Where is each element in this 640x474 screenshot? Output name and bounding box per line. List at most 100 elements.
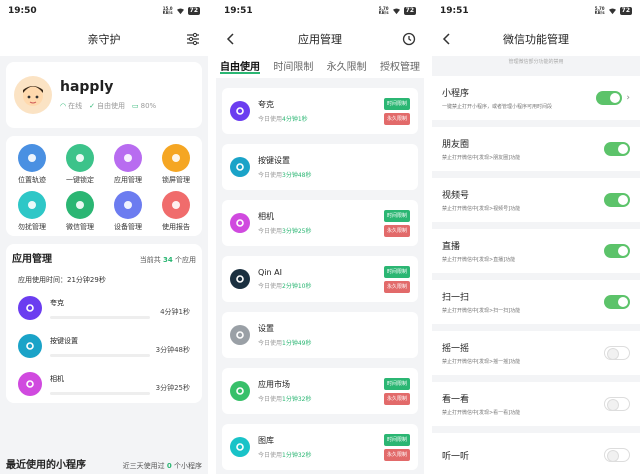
- feature-toggle[interactable]: [604, 295, 630, 309]
- app-card[interactable]: 夸克 今日使用4分钟1秒 时间限制 永久限制: [222, 88, 418, 134]
- app-info: 图库 今日使用1分钟32秒: [258, 435, 384, 459]
- battery-icon: 72: [619, 7, 632, 15]
- wifi-icon: [392, 7, 400, 14]
- app-card[interactable]: Qin AI 今日使用2分钟10秒 时间限制永久限制: [222, 256, 418, 302]
- history-icon[interactable]: [402, 32, 416, 46]
- app-name: Qin AI: [258, 268, 282, 277]
- time-limit-button[interactable]: 时间限制: [383, 97, 410, 110]
- app-info: 应用市场 今日使用1分钟32秒: [258, 379, 384, 403]
- today-prefix: 今日使用: [258, 172, 283, 179]
- feature-icon: [66, 144, 94, 172]
- wifi-icon: ◠: [60, 102, 67, 110]
- today-usage-value: 3分钟48秒: [282, 172, 312, 179]
- wifi-icon: [176, 7, 184, 14]
- today-usage: 今日使用1分钟49秒: [258, 338, 410, 347]
- tab-0[interactable]: 自由使用: [220, 56, 260, 74]
- feature-name: 直播: [442, 241, 461, 252]
- status-bar: 19:51 5.70 KB/s 72: [216, 0, 424, 22]
- today-usage: 今日使用1分钟32秒: [258, 394, 384, 403]
- time-limit-button[interactable]: 时间限制: [383, 377, 410, 390]
- section-title[interactable]: 应用管理: [12, 250, 52, 265]
- feature-item[interactable]: 微信管理: [56, 191, 104, 232]
- feature-item[interactable]: 应用管理: [104, 144, 152, 185]
- feature-info: 扫一扫 禁止打开微信中[发现>扫一扫]功能: [442, 290, 604, 315]
- today-usage-value: 1分钟32秒: [282, 396, 312, 403]
- usage-bar: [50, 391, 150, 395]
- today-usage-value: 1分钟49秒: [282, 340, 312, 347]
- status-time: 19:51: [440, 6, 469, 16]
- time-limit-button[interactable]: 时间限制: [383, 433, 410, 446]
- feature-toggle[interactable]: [604, 244, 630, 258]
- feature-item[interactable]: 设备管理: [104, 191, 152, 232]
- tab-2[interactable]: 永久限制: [327, 56, 367, 78]
- wifi-icon: [608, 7, 616, 14]
- feature-toggle[interactable]: [604, 193, 630, 207]
- app-card[interactable]: 图库 今日使用1分钟32秒 时间限制永久限制: [222, 424, 418, 470]
- app-icon: [230, 325, 250, 345]
- feature-toggle[interactable]: [604, 346, 630, 360]
- perm-limit-button[interactable]: 永久限制: [383, 112, 410, 125]
- back-arrow-icon[interactable]: [440, 32, 454, 46]
- feature-item[interactable]: 位置轨迹: [8, 144, 56, 185]
- wechat-feature-row: 摇一摇 禁止打开微信中[发现>摇一摇]功能: [432, 331, 640, 375]
- app-info: Qin AI 今日使用2分钟10秒: [258, 268, 384, 290]
- usage-bar: [50, 315, 150, 319]
- tab-bar: 自由使用 时间限制 永久限制 授权管理: [216, 56, 424, 78]
- feature-item[interactable]: 勿扰管理: [8, 191, 56, 232]
- perm-limit-button[interactable]: 永久限制: [383, 280, 410, 293]
- usage-bar: [50, 353, 150, 357]
- usage-info: 相机: [50, 374, 156, 395]
- app-card[interactable]: 设置 今日使用1分钟49秒: [222, 312, 418, 358]
- wechat-feature-row: 小程序 一键禁止打开小程序，或者管理小程序可用时间段 ›: [432, 76, 640, 120]
- feature-icon: [162, 144, 190, 172]
- feature-toggle[interactable]: [604, 448, 630, 462]
- perm-limit-button[interactable]: 永久限制: [383, 448, 410, 461]
- feature-icon: [114, 144, 142, 172]
- time-limit-button[interactable]: 时间限制: [383, 209, 410, 222]
- recent-title[interactable]: 最近使用的小程序: [6, 456, 86, 471]
- app-icon: [230, 213, 250, 233]
- today-prefix: 今日使用: [258, 116, 283, 123]
- today-usage: 今日使用4分钟1秒: [258, 114, 384, 123]
- usage-row[interactable]: 夸克 4分钟1秒: [6, 289, 202, 327]
- usage-row[interactable]: 相机 3分钟25秒: [6, 365, 202, 403]
- tab-1[interactable]: 时间限制: [273, 56, 313, 78]
- wechat-feature-row: 扫一扫 禁止打开微信中[发现>扫一扫]功能: [432, 280, 640, 324]
- app-card[interactable]: 应用市场 今日使用1分钟32秒 时间限制永久限制: [222, 368, 418, 414]
- feature-item[interactable]: 一键锁定: [56, 144, 104, 185]
- feature-info: 小程序 一键禁止打开小程序，或者管理小程序可用时间段: [442, 86, 596, 111]
- settings-sliders-icon[interactable]: [186, 32, 200, 46]
- child-profile-card[interactable]: happly ◠ 在线 ✓ 自由使用 ▭ 80%: [6, 62, 202, 128]
- feature-toggle[interactable]: [604, 397, 630, 411]
- page-subtitle: 管理微信部分功能的禁用: [432, 56, 640, 69]
- feature-label: 使用报告: [162, 223, 190, 231]
- header: 应用管理: [216, 22, 424, 56]
- chevron-right-icon[interactable]: ›: [626, 93, 630, 103]
- feature-label: 锁屏管理: [162, 176, 190, 184]
- back-arrow-icon[interactable]: [224, 32, 238, 46]
- feature-info: 直播 禁止打开微信中[发现>直播]功能: [442, 239, 604, 264]
- feature-toggle[interactable]: [596, 91, 623, 105]
- feature-name: 扫一扫: [442, 292, 470, 303]
- app-card[interactable]: 按键设置 今日使用3分钟48秒: [222, 144, 418, 190]
- feature-desc: 禁止打开微信中[发现>朋友圈]功能: [442, 154, 521, 161]
- feature-item[interactable]: 使用报告: [152, 191, 200, 232]
- wechat-feature-row: 直播 禁止打开微信中[发现>直播]功能: [432, 229, 640, 273]
- app-icon: [18, 296, 42, 320]
- usage-row[interactable]: 按键设置 3分钟48秒: [6, 327, 202, 365]
- time-limit-button[interactable]: 时间限制: [383, 265, 410, 278]
- today-prefix: 今日使用: [258, 228, 283, 235]
- check-circle-icon: ✓: [89, 102, 95, 110]
- perm-limit-button[interactable]: 永久限制: [383, 224, 410, 237]
- today-usage-value: 3分钟25秒: [282, 228, 312, 235]
- feature-label: 勿扰管理: [18, 223, 46, 231]
- device-battery: ▭ 80%: [131, 102, 157, 110]
- feature-icon: [162, 191, 190, 219]
- today-usage-value: 4分钟1秒: [282, 116, 308, 123]
- feature-toggle[interactable]: [604, 142, 630, 156]
- feature-item[interactable]: 锁屏管理: [152, 144, 200, 185]
- app-card[interactable]: 相机 今日使用3分钟25秒 时间限制 永久限制: [222, 200, 418, 246]
- tab-3[interactable]: 授权管理: [380, 56, 420, 78]
- feature-info: 视频号 禁止打开微信中[发现>视频号]功能: [442, 188, 604, 213]
- perm-limit-button[interactable]: 永久限制: [383, 392, 410, 405]
